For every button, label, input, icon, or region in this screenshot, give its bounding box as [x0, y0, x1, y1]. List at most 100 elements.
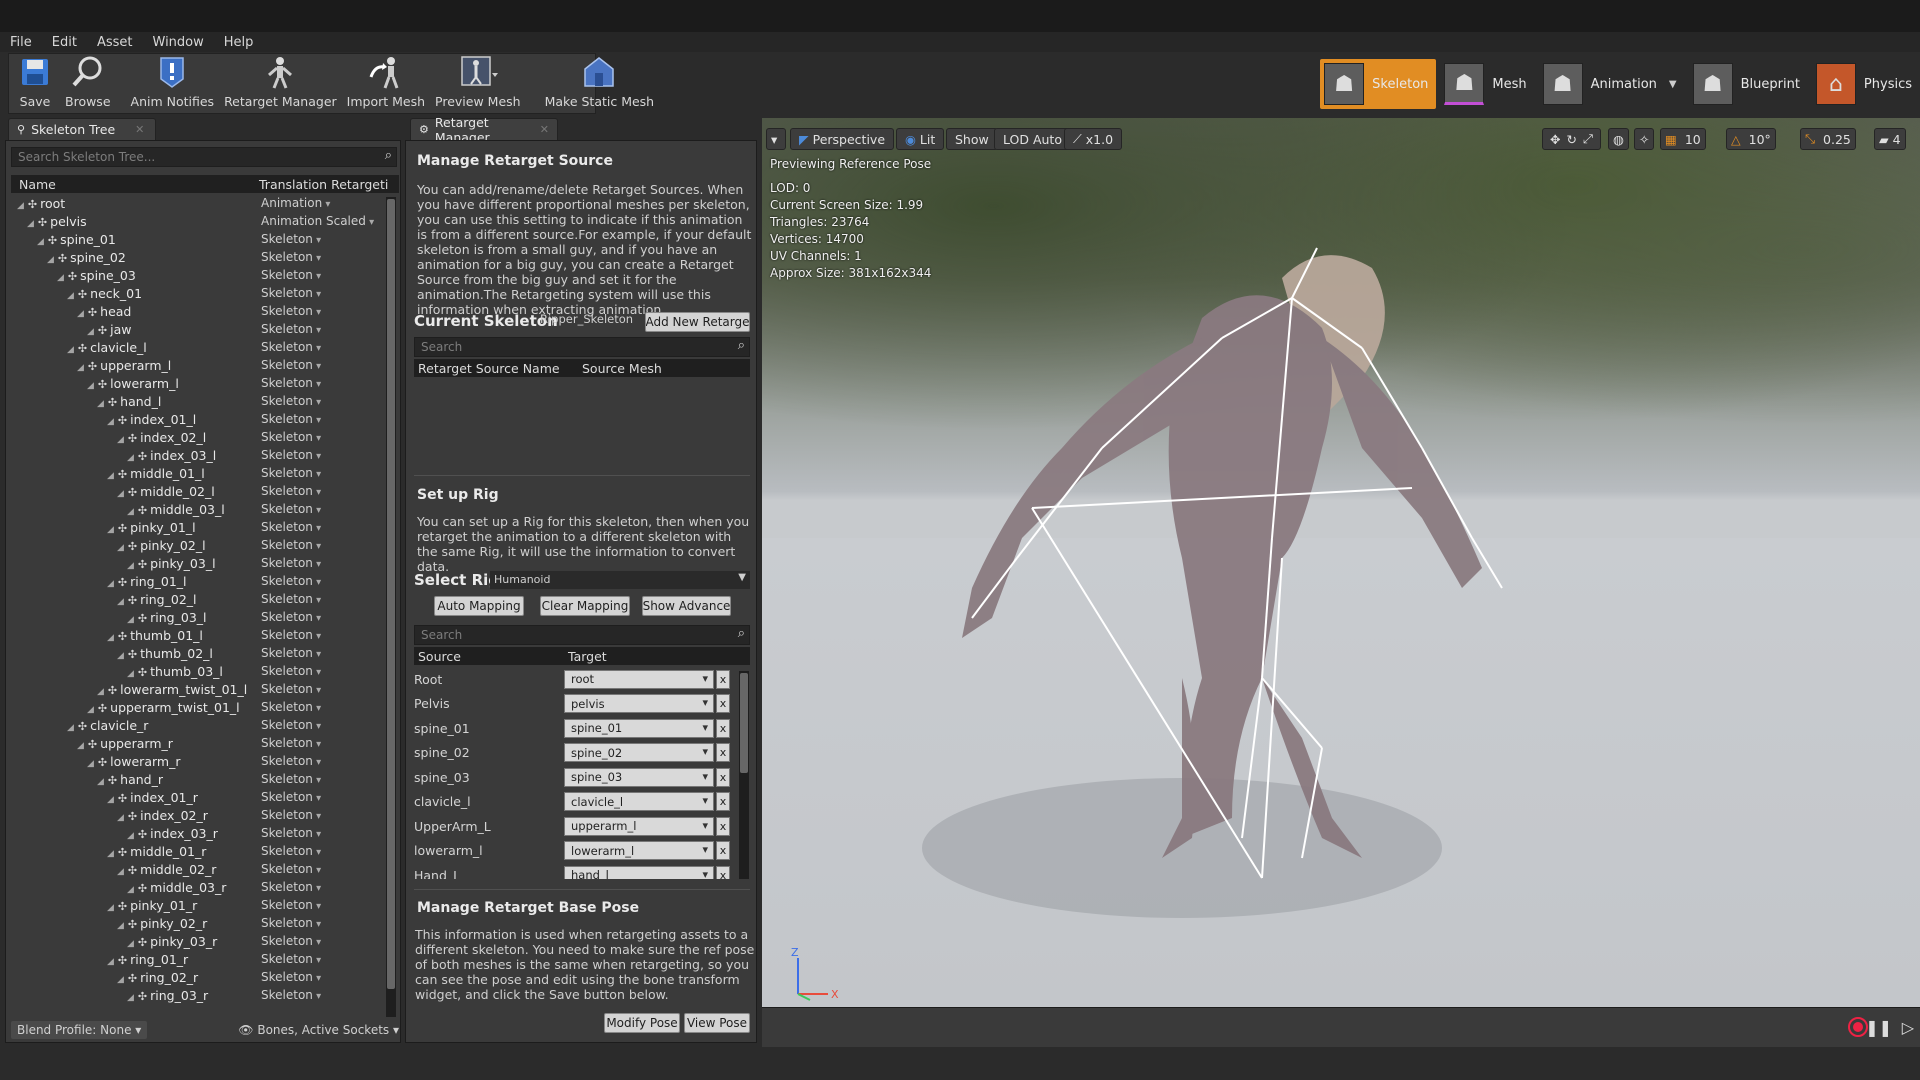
tree-row[interactable]: ◢ ✣ ring_02_r Skeleton: [11, 968, 391, 986]
tab-retarget-manager[interactable]: ⚙ Retarget Manager ✕: [410, 115, 558, 145]
bone-visibility-dropdown[interactable]: 👁 Bones, Active Sockets ▾: [238, 1023, 399, 1037]
perspective-button[interactable]: ◤ Perspective: [790, 128, 895, 150]
bone-item[interactable]: ◢ ✣ ring_03_l: [127, 610, 207, 625]
playback-speed-button[interactable]: ⟋ x1.0: [1064, 128, 1123, 150]
translation-retargeting-dropdown[interactable]: Skeleton: [261, 862, 321, 876]
mapping-target-dropdown[interactable]: upperarm_l: [564, 816, 714, 836]
translation-retargeting-dropdown[interactable]: Skeleton: [261, 556, 321, 570]
expand-arrow-icon[interactable]: ◢: [77, 741, 84, 751]
make-static-mesh-button[interactable]: Make Static Mesh: [545, 52, 654, 109]
expand-arrow-icon[interactable]: ◢: [127, 453, 134, 463]
translation-retargeting-dropdown[interactable]: Skeleton: [261, 484, 321, 498]
translation-retargeting-dropdown[interactable]: Skeleton: [261, 304, 321, 318]
translation-retargeting-dropdown[interactable]: Skeleton: [261, 934, 321, 948]
bone-item[interactable]: ◢ ✣ jaw: [87, 322, 132, 337]
translation-retargeting-dropdown[interactable]: Skeleton: [261, 268, 321, 282]
viewport-3d[interactable]: ▾ ◤ Perspective ◉ Lit Show LOD Auto ⟋ x1…: [762, 118, 1920, 1007]
bone-item[interactable]: ◢ ✣ middle_03_l: [127, 502, 225, 517]
bone-item[interactable]: ◢ ✣ lowerarm_twist_01_l: [97, 682, 247, 697]
tree-row[interactable]: ◢ ✣ spine_01 Skeleton: [11, 230, 391, 248]
lit-button[interactable]: ◉ Lit: [896, 128, 945, 150]
translation-retargeting-dropdown[interactable]: Skeleton: [261, 718, 321, 732]
column-name-header[interactable]: Name: [11, 177, 259, 192]
browse-button[interactable]: Browse: [65, 52, 111, 109]
translation-retargeting-dropdown[interactable]: Skeleton: [261, 790, 321, 804]
column-translation-header[interactable]: Translation Retargeti: [259, 177, 388, 192]
tree-row[interactable]: ◢ ✣ index_01_l Skeleton: [11, 410, 391, 428]
menu-window[interactable]: Window: [153, 35, 204, 50]
show-button[interactable]: Show: [946, 128, 998, 150]
bone-item[interactable]: ◢ ✣ spine_01: [37, 232, 116, 247]
translation-retargeting-dropdown[interactable]: Skeleton: [261, 322, 321, 336]
tree-row[interactable]: ◢ ✣ pinky_01_r Skeleton: [11, 896, 391, 914]
bone-item[interactable]: ◢ ✣ pinky_01_l: [107, 520, 196, 535]
translation-retargeting-dropdown[interactable]: Skeleton: [261, 502, 321, 516]
bone-item[interactable]: ◢ ✣ upperarm_twist_01_l: [87, 700, 240, 715]
translation-retargeting-dropdown[interactable]: Skeleton: [261, 664, 321, 678]
tree-row[interactable]: ◢ ✣ pinky_02_r Skeleton: [11, 914, 391, 932]
expand-arrow-icon[interactable]: ◢: [27, 219, 34, 229]
camera-speed-button[interactable]: ▰ 4: [1874, 128, 1906, 150]
bone-item[interactable]: ◢ ✣ upperarm_r: [77, 736, 173, 751]
tree-row[interactable]: ◢ ✣ ring_01_r Skeleton: [11, 950, 391, 968]
bone-item[interactable]: ◢ ✣ ring_02_r: [117, 970, 198, 985]
expand-arrow-icon[interactable]: ◢: [87, 327, 94, 337]
tree-row[interactable]: ◢ ✣ hand_l Skeleton: [11, 392, 391, 410]
tree-row[interactable]: ◢ ✣ upperarm_l Skeleton: [11, 356, 391, 374]
bone-item[interactable]: ◢ ✣ ring_01_l: [107, 574, 187, 589]
tree-row[interactable]: ◢ ✣ spine_02 Skeleton: [11, 248, 391, 266]
bone-item[interactable]: ◢ ✣ lowerarm_r: [87, 754, 180, 769]
expand-arrow-icon[interactable]: ◢: [127, 561, 134, 571]
tree-row[interactable]: ◢ ✣ lowerarm_twist_01_l Skeleton: [11, 680, 391, 698]
expand-arrow-icon[interactable]: ◢: [127, 615, 134, 625]
bone-item[interactable]: ◢ ✣ pinky_03_l: [127, 556, 216, 571]
tree-row[interactable]: ◢ ✣ root Animation: [11, 194, 391, 212]
translation-retargeting-dropdown[interactable]: Skeleton: [261, 412, 321, 426]
bone-item[interactable]: ◢ ✣ ring_01_r: [107, 952, 188, 967]
bone-item[interactable]: ◢ ✣ pinky_01_r: [107, 898, 197, 913]
column-source-name[interactable]: Retarget Source Name: [414, 361, 582, 376]
bone-item[interactable]: ◢ ✣ middle_01_r: [107, 844, 206, 859]
step-forward-icon[interactable]: ▷: [1902, 1018, 1914, 1037]
translation-retargeting-dropdown[interactable]: Skeleton: [261, 232, 321, 246]
bone-item[interactable]: ◢ ✣ head: [77, 304, 131, 319]
bone-item[interactable]: ◢ ✣ index_01_l: [107, 412, 196, 427]
expand-arrow-icon[interactable]: ◢: [87, 381, 94, 391]
translation-retargeting-dropdown[interactable]: Skeleton: [261, 898, 321, 912]
skeleton-tree-scrollbar[interactable]: [386, 197, 396, 1017]
translation-retargeting-dropdown[interactable]: Skeleton: [261, 448, 321, 462]
retarget-manager-button[interactable]: Retarget Manager: [224, 52, 337, 109]
grid-snap-toggle[interactable]: ▦ 10: [1660, 128, 1706, 150]
translation-retargeting-dropdown[interactable]: Animation: [261, 196, 330, 210]
expand-arrow-icon[interactable]: ◢: [17, 201, 24, 211]
tree-row[interactable]: ◢ ✣ pinky_01_l Skeleton: [11, 518, 391, 536]
bone-item[interactable]: ◢ ✣ ring_02_l: [117, 592, 197, 607]
expand-arrow-icon[interactable]: ◢: [57, 273, 64, 283]
tree-row[interactable]: ◢ ✣ jaw Skeleton: [11, 320, 391, 338]
expand-arrow-icon[interactable]: ◢: [87, 705, 94, 715]
expand-arrow-icon[interactable]: ◢: [117, 867, 124, 877]
translation-retargeting-dropdown[interactable]: Skeleton: [261, 916, 321, 930]
bone-item[interactable]: ◢ ✣ index_03_r: [127, 826, 218, 841]
menu-asset[interactable]: Asset: [97, 35, 133, 50]
mapping-target-dropdown[interactable]: lowerarm_l: [564, 841, 714, 860]
bone-item[interactable]: ◢ ✣ index_02_r: [117, 808, 208, 823]
tree-row[interactable]: ◢ ✣ ring_02_l Skeleton: [11, 590, 391, 608]
expand-arrow-icon[interactable]: ◢: [117, 543, 124, 553]
tree-row[interactable]: ◢ ✣ pinky_03_r Skeleton: [11, 932, 391, 950]
expand-arrow-icon[interactable]: ◢: [117, 813, 124, 823]
close-icon[interactable]: ✕: [540, 123, 549, 136]
scale-snap-toggle[interactable]: ⤡ 0.25: [1800, 128, 1856, 150]
translation-retargeting-dropdown[interactable]: Skeleton: [261, 646, 321, 660]
translation-retargeting-dropdown[interactable]: Skeleton: [261, 520, 321, 534]
surface-snap-toggle[interactable]: ✧: [1634, 128, 1655, 150]
modify-pose-button[interactable]: Modify Pose: [604, 1013, 680, 1033]
translation-retargeting-dropdown[interactable]: Skeleton: [261, 682, 321, 696]
translation-retargeting-dropdown[interactable]: Skeleton: [261, 772, 321, 786]
bone-item[interactable]: ◢ ✣ hand_r: [97, 772, 163, 787]
expand-arrow-icon[interactable]: ◢: [127, 885, 134, 895]
expand-arrow-icon[interactable]: ◢: [127, 939, 134, 949]
expand-arrow-icon[interactable]: ◢: [107, 849, 114, 859]
tree-row[interactable]: ◢ ✣ neck_01 Skeleton: [11, 284, 391, 302]
bone-item[interactable]: ◢ ✣ upperarm_l: [77, 358, 171, 373]
